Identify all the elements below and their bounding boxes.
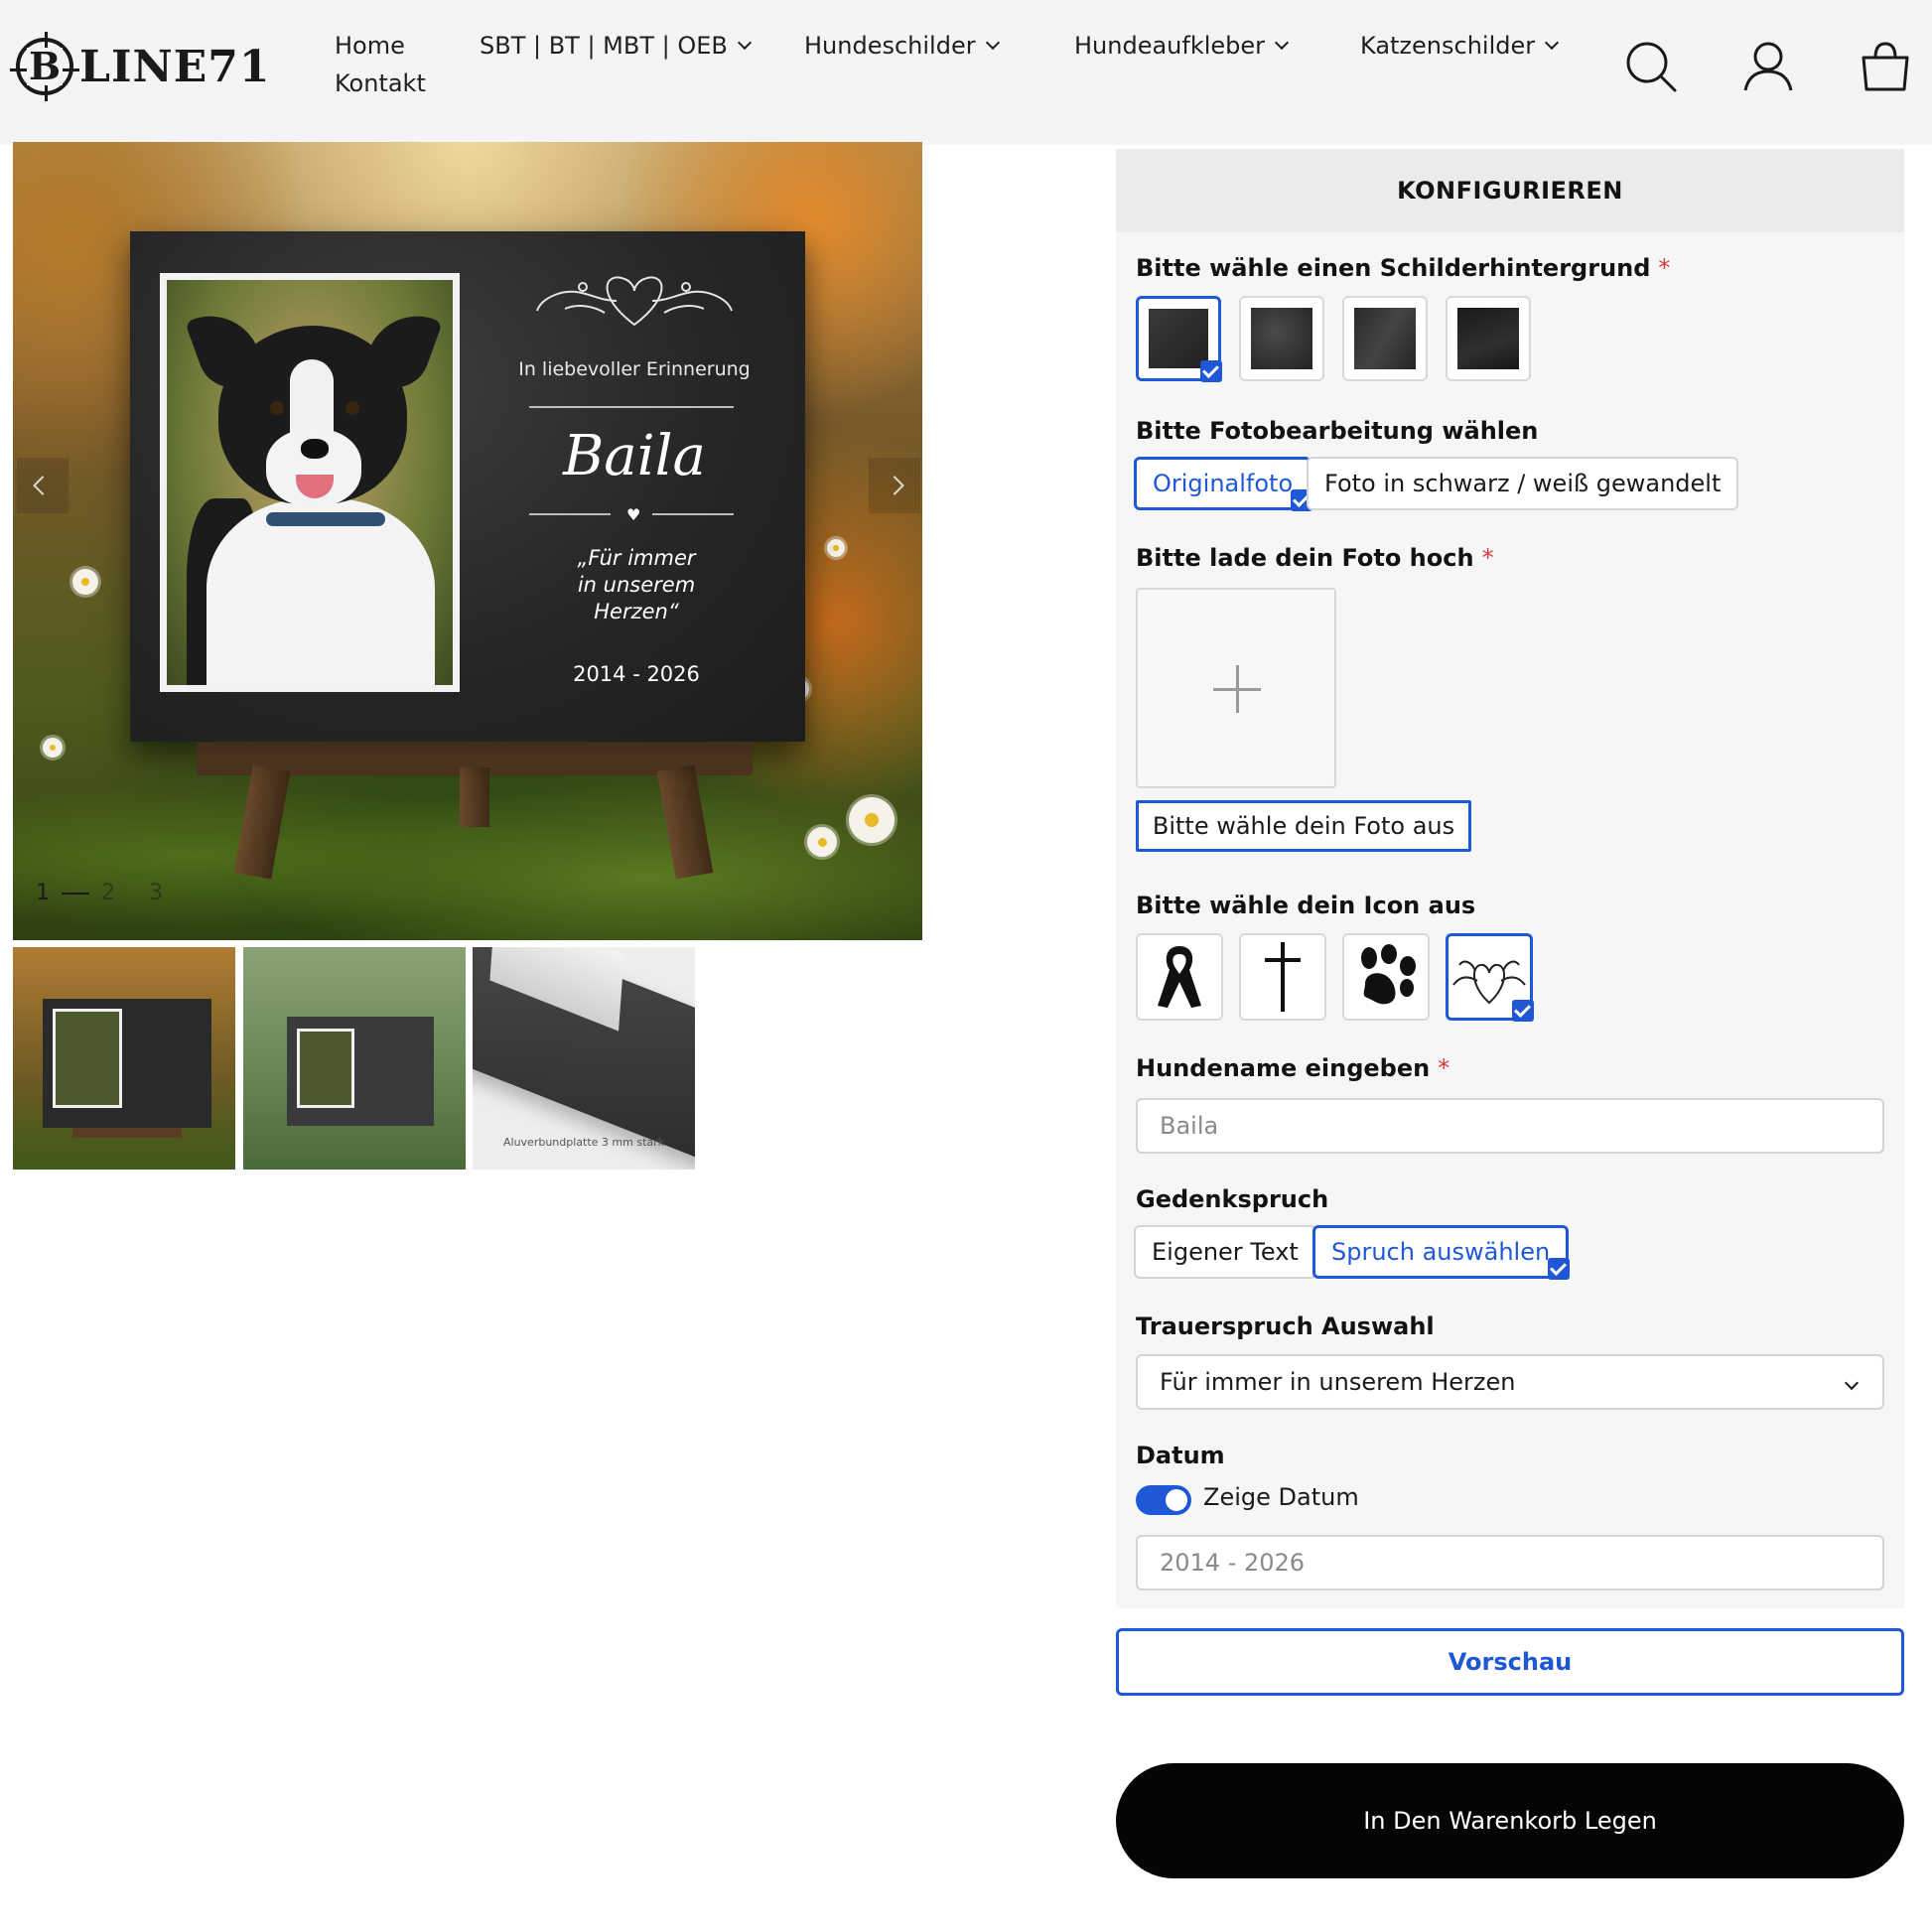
logo-crosshair-icon: B bbox=[10, 32, 79, 101]
plaque-quote: „Für immer in unserem Herzen“ bbox=[577, 546, 696, 623]
checkmark-icon bbox=[1512, 1000, 1534, 1022]
saying-label: Gedenkspruch bbox=[1136, 1185, 1329, 1213]
site-logo[interactable]: B LINE71 bbox=[10, 32, 271, 101]
background-label: Bitte wähle einen Schilderhintergrund * bbox=[1136, 254, 1671, 282]
photo-upload-dropzone[interactable] bbox=[1136, 588, 1336, 788]
thumbnail-1[interactable] bbox=[13, 947, 235, 1170]
dog-photo bbox=[160, 273, 460, 692]
slide-2-indicator[interactable]: 2 bbox=[101, 881, 115, 905]
icon-label: Bitte wähle dein Icon aus bbox=[1136, 892, 1476, 919]
heart-ornament-icon bbox=[536, 276, 733, 327]
option-black-white-photo[interactable]: Foto in schwarz / weiß gewandelt bbox=[1307, 457, 1739, 510]
plaque-dates: 2014 - 2026 bbox=[573, 662, 700, 686]
slide-3-indicator[interactable]: 3 bbox=[149, 881, 163, 905]
preview-button[interactable]: Vorschau bbox=[1116, 1628, 1904, 1696]
background-option-4[interactable] bbox=[1446, 296, 1531, 381]
icon-option-cross[interactable] bbox=[1239, 933, 1326, 1021]
search-icon[interactable] bbox=[1624, 40, 1678, 93]
chevron-down-icon bbox=[985, 35, 1000, 51]
nav-katzenschilder[interactable]: Katzenschilder bbox=[1360, 32, 1560, 60]
chevron-down-icon bbox=[1545, 35, 1560, 51]
checkmark-icon bbox=[1548, 1258, 1571, 1280]
option-select-saying[interactable]: Spruch auswählen bbox=[1312, 1225, 1571, 1280]
add-to-cart-button[interactable]: In Den Warenkorb Legen bbox=[1116, 1763, 1904, 1878]
chevron-right-icon bbox=[885, 476, 904, 495]
show-date-label: Zeige Datum bbox=[1203, 1483, 1359, 1511]
option-original-photo[interactable]: Originalfoto bbox=[1134, 457, 1313, 511]
option-own-text[interactable]: Eigener Text bbox=[1134, 1225, 1316, 1279]
mourning-select[interactable]: Für immer in unserem Herzen bbox=[1136, 1354, 1884, 1410]
site-header: B LINE71 Home SBT | BT | MBT | OEB Hunde… bbox=[0, 0, 1932, 145]
dogname-input[interactable]: Baila bbox=[1136, 1098, 1884, 1154]
nav-home[interactable]: Home bbox=[335, 32, 405, 60]
date-label: Datum bbox=[1136, 1442, 1225, 1469]
nav-hundeschilder[interactable]: Hundeschilder bbox=[804, 32, 1000, 60]
previous-slide-button[interactable] bbox=[17, 458, 69, 513]
mourning-label: Trauerspruch Auswahl bbox=[1136, 1312, 1435, 1340]
photo-edit-label: Bitte Fotobearbeitung wählen bbox=[1136, 417, 1539, 445]
configurator-panel: KONFIGURIEREN Bitte wähle einen Schilder… bbox=[1116, 149, 1904, 1608]
plaque-subtitle: In liebevoller Erinnerung bbox=[518, 358, 751, 380]
chevron-down-icon bbox=[1274, 35, 1290, 51]
nav-kontakt[interactable]: Kontakt bbox=[335, 69, 426, 97]
slide-counter: 1 2 3 bbox=[36, 881, 163, 905]
nav-hundeaufkleber[interactable]: Hundeaufkleber bbox=[1074, 32, 1290, 60]
nav-breeds[interactable]: SBT | BT | MBT | OEB bbox=[480, 32, 752, 60]
small-heart-icon: ♥ bbox=[626, 505, 641, 524]
dogname-label: Hundename eingeben * bbox=[1136, 1054, 1450, 1082]
upload-label: Bitte lade dein Foto hoch * bbox=[1136, 544, 1494, 572]
icon-option-heart[interactable] bbox=[1446, 933, 1534, 1022]
memorial-plaque: In liebevoller Erinnerung Baila ♥ „Für i… bbox=[130, 231, 805, 742]
thumbnail-2[interactable] bbox=[243, 947, 466, 1170]
next-slide-button[interactable] bbox=[869, 458, 920, 513]
icon-option-ribbon[interactable] bbox=[1136, 933, 1223, 1021]
icon-option-paw[interactable] bbox=[1342, 933, 1430, 1021]
chevron-down-icon bbox=[737, 35, 752, 51]
background-option-1[interactable] bbox=[1136, 296, 1222, 382]
background-option-2[interactable] bbox=[1239, 296, 1324, 381]
thumbnail-3[interactable]: Aluverbundplatte 3 mm stark bbox=[473, 947, 695, 1170]
product-main-image[interactable]: In liebevoller Erinnerung Baila ♥ „Für i… bbox=[13, 142, 922, 940]
plaque-name: Baila bbox=[563, 424, 706, 488]
paw-icon bbox=[1361, 944, 1416, 1005]
configurator-title: KONFIGURIEREN bbox=[1116, 149, 1904, 232]
ribbon-icon bbox=[1158, 946, 1201, 1008]
show-date-toggle[interactable] bbox=[1136, 1485, 1191, 1515]
background-option-3[interactable] bbox=[1342, 296, 1428, 381]
choose-photo-button[interactable]: Bitte wähle dein Foto aus bbox=[1136, 800, 1471, 852]
logo-text: LINE71 bbox=[79, 41, 271, 92]
cart-icon[interactable] bbox=[1859, 40, 1912, 93]
thumbnail-caption: Aluverbundplatte 3 mm stark bbox=[502, 1136, 665, 1149]
chevron-left-icon bbox=[33, 476, 53, 495]
date-input[interactable]: 2014 - 2026 bbox=[1136, 1535, 1884, 1590]
checkmark-icon bbox=[1200, 360, 1222, 382]
chevron-down-icon bbox=[1844, 1375, 1860, 1391]
account-icon[interactable] bbox=[1741, 40, 1795, 93]
cross-icon bbox=[1265, 942, 1301, 1012]
